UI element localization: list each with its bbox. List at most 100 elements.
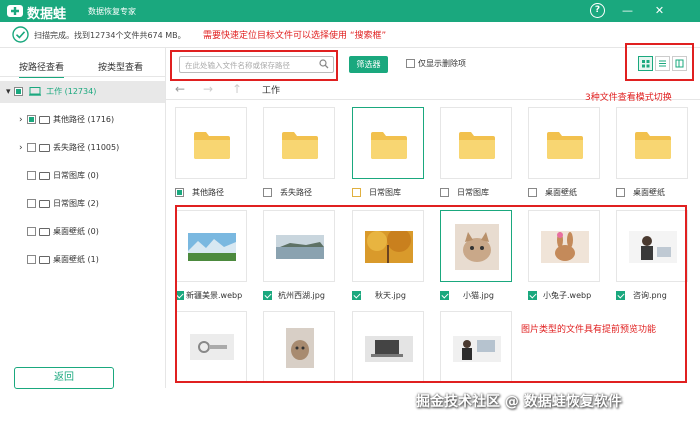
image-label: 咨询.png bbox=[633, 291, 667, 300]
image-checkbox[interactable] bbox=[440, 291, 449, 300]
tree-item-wallpaper-1[interactable]: 桌面壁纸 (1) bbox=[27, 254, 99, 270]
tree-checkbox[interactable] bbox=[27, 115, 36, 124]
tree-item-label: 桌面壁纸 (0) bbox=[53, 227, 99, 236]
folder-card-lost[interactable] bbox=[263, 107, 335, 179]
list-view-button[interactable] bbox=[655, 56, 670, 71]
forward-arrow-icon[interactable]: → bbox=[203, 82, 213, 96]
chevron-down-icon[interactable]: ▾ bbox=[6, 87, 14, 97]
folder-caption[interactable]: 丢失路径 bbox=[263, 187, 312, 199]
folder-caption[interactable]: 其他路径 bbox=[175, 187, 224, 199]
grid-view-icon bbox=[642, 60, 650, 68]
detail-view-button[interactable] bbox=[672, 56, 687, 71]
search-icon[interactable] bbox=[319, 59, 329, 69]
tree-item-lost[interactable]: › 丢失路径 (11005) bbox=[19, 142, 119, 158]
folder-card-daily-gallery-2[interactable] bbox=[440, 107, 512, 179]
filter-button[interactable]: 筛选器 bbox=[349, 56, 388, 73]
folder-card-wallpaper-2[interactable] bbox=[616, 107, 688, 179]
image-caption[interactable]: 小猫.jpg bbox=[440, 290, 494, 302]
status-bar: 扫描完成。找到12734个文件共674 MB。 需要快速定位目标文件可以选择使用… bbox=[0, 22, 700, 48]
close-button[interactable]: ✕ bbox=[652, 3, 667, 18]
folder-label: 其他路径 bbox=[192, 188, 224, 197]
image-card-kitten[interactable] bbox=[440, 210, 512, 282]
image-checkbox[interactable] bbox=[616, 291, 625, 300]
image-card-autumn[interactable] bbox=[352, 210, 424, 282]
image-caption[interactable]: 咨询.png bbox=[616, 290, 667, 302]
image-checkbox[interactable] bbox=[263, 291, 272, 300]
search-hint-annotation: 需要快速定位目标文件可以选择使用 “搜索框” bbox=[203, 31, 387, 41]
kitten-thumbnail bbox=[286, 328, 314, 368]
back-arrow-icon[interactable]: ← bbox=[175, 82, 185, 96]
folder-checkbox[interactable] bbox=[263, 188, 272, 197]
tree-checkbox[interactable] bbox=[27, 171, 36, 180]
tab-divider bbox=[0, 76, 165, 77]
folder-icon bbox=[39, 227, 50, 236]
image-card-keychain[interactable] bbox=[175, 311, 247, 383]
image-checkbox[interactable] bbox=[175, 291, 184, 300]
image-preview-annotation: 图片类型的文件具有提前预览功能 bbox=[521, 325, 657, 335]
folder-checkbox[interactable] bbox=[352, 188, 361, 197]
up-arrow-icon[interactable]: ↑ bbox=[232, 82, 242, 96]
image-card-kitten-2[interactable] bbox=[263, 311, 335, 383]
current-path: 工作 bbox=[262, 86, 281, 96]
tree-item-label: 桌面壁纸 (1) bbox=[53, 255, 99, 264]
folder-caption[interactable]: 桌面壁纸 bbox=[528, 187, 577, 199]
image-caption[interactable]: 新疆美景.webp bbox=[175, 290, 242, 302]
folder-card-other[interactable] bbox=[175, 107, 247, 179]
folder-card-daily-gallery-1[interactable] bbox=[352, 107, 424, 179]
tree-checkbox[interactable] bbox=[27, 255, 36, 264]
tree-item-daily-gallery-0[interactable]: 日常图库 (0) bbox=[27, 170, 99, 186]
folder-checkbox[interactable] bbox=[175, 188, 184, 197]
folder-caption[interactable]: 日常图库 bbox=[440, 187, 489, 199]
image-card-xinjiang[interactable] bbox=[175, 210, 247, 282]
tree-checkbox[interactable] bbox=[14, 87, 23, 96]
folder-checkbox[interactable] bbox=[528, 188, 537, 197]
minimize-button[interactable]: — bbox=[620, 3, 635, 18]
folder-icon bbox=[547, 132, 583, 159]
folder-checkbox[interactable] bbox=[616, 188, 625, 197]
chevron-right-icon[interactable]: › bbox=[19, 143, 27, 153]
tab-by-type[interactable]: 按类型查看 bbox=[98, 60, 143, 73]
bunny-thumbnail bbox=[541, 231, 589, 263]
chevron-right-icon[interactable]: › bbox=[19, 115, 27, 125]
tree-item-label: 日常图库 (2) bbox=[53, 199, 99, 208]
show-deleted-toggle[interactable]: 仅显示删除项 bbox=[406, 58, 466, 69]
tree-root-item[interactable]: ▾ 工作 (12734) bbox=[0, 81, 165, 103]
tree-item-other[interactable]: › 其他路径 (1716) bbox=[19, 114, 114, 130]
search-input[interactable]: 在此处输入文件名称或保存路径 bbox=[179, 56, 334, 73]
image-label: 小兔子.webp bbox=[543, 291, 592, 300]
image-caption[interactable]: 小兔子.webp bbox=[528, 290, 591, 302]
image-card-bunny[interactable] bbox=[528, 210, 600, 282]
show-deleted-label: 仅显示删除项 bbox=[418, 59, 466, 68]
tree-item-daily-gallery-2[interactable]: 日常图库 (2) bbox=[27, 198, 99, 214]
folder-icon bbox=[39, 143, 50, 152]
image-card-laptop[interactable] bbox=[352, 311, 424, 383]
help-button[interactable]: ? bbox=[590, 3, 605, 18]
image-checkbox[interactable] bbox=[528, 291, 537, 300]
image-label: 小猫.jpg bbox=[463, 291, 494, 300]
folder-icon bbox=[194, 132, 230, 159]
folder-icon bbox=[39, 255, 50, 264]
grid-view-button[interactable] bbox=[638, 56, 653, 71]
folder-label: 桌面壁纸 bbox=[545, 188, 577, 197]
tree-item-wallpaper-0[interactable]: 桌面壁纸 (0) bbox=[27, 226, 99, 242]
show-deleted-checkbox[interactable] bbox=[406, 59, 415, 68]
image-card-office[interactable] bbox=[440, 311, 512, 383]
scan-status-text: 扫描完成。找到12734个文件共674 MB。 bbox=[34, 31, 186, 40]
computer-icon bbox=[28, 87, 41, 96]
image-checkbox[interactable] bbox=[352, 291, 361, 300]
folder-icon bbox=[635, 132, 671, 159]
toolbar: 在此处输入文件名称或保存路径 筛选器 仅显示删除项 bbox=[166, 48, 700, 78]
image-card-consult[interactable] bbox=[616, 210, 688, 282]
folder-caption[interactable]: 桌面壁纸 bbox=[616, 187, 665, 199]
tree-checkbox[interactable] bbox=[27, 143, 36, 152]
folder-checkbox[interactable] bbox=[440, 188, 449, 197]
image-caption[interactable]: 秋天.jpg bbox=[352, 290, 406, 302]
tree-checkbox[interactable] bbox=[27, 199, 36, 208]
tree-checkbox[interactable] bbox=[27, 227, 36, 236]
image-card-westlake[interactable] bbox=[263, 210, 335, 282]
office-thumbnail bbox=[453, 336, 501, 362]
folder-card-wallpaper-1[interactable] bbox=[528, 107, 600, 179]
image-caption[interactable]: 杭州西湖.jpg bbox=[263, 290, 325, 302]
folder-caption[interactable]: 日常图库 bbox=[352, 187, 401, 199]
back-button[interactable]: 返回 bbox=[14, 367, 114, 389]
